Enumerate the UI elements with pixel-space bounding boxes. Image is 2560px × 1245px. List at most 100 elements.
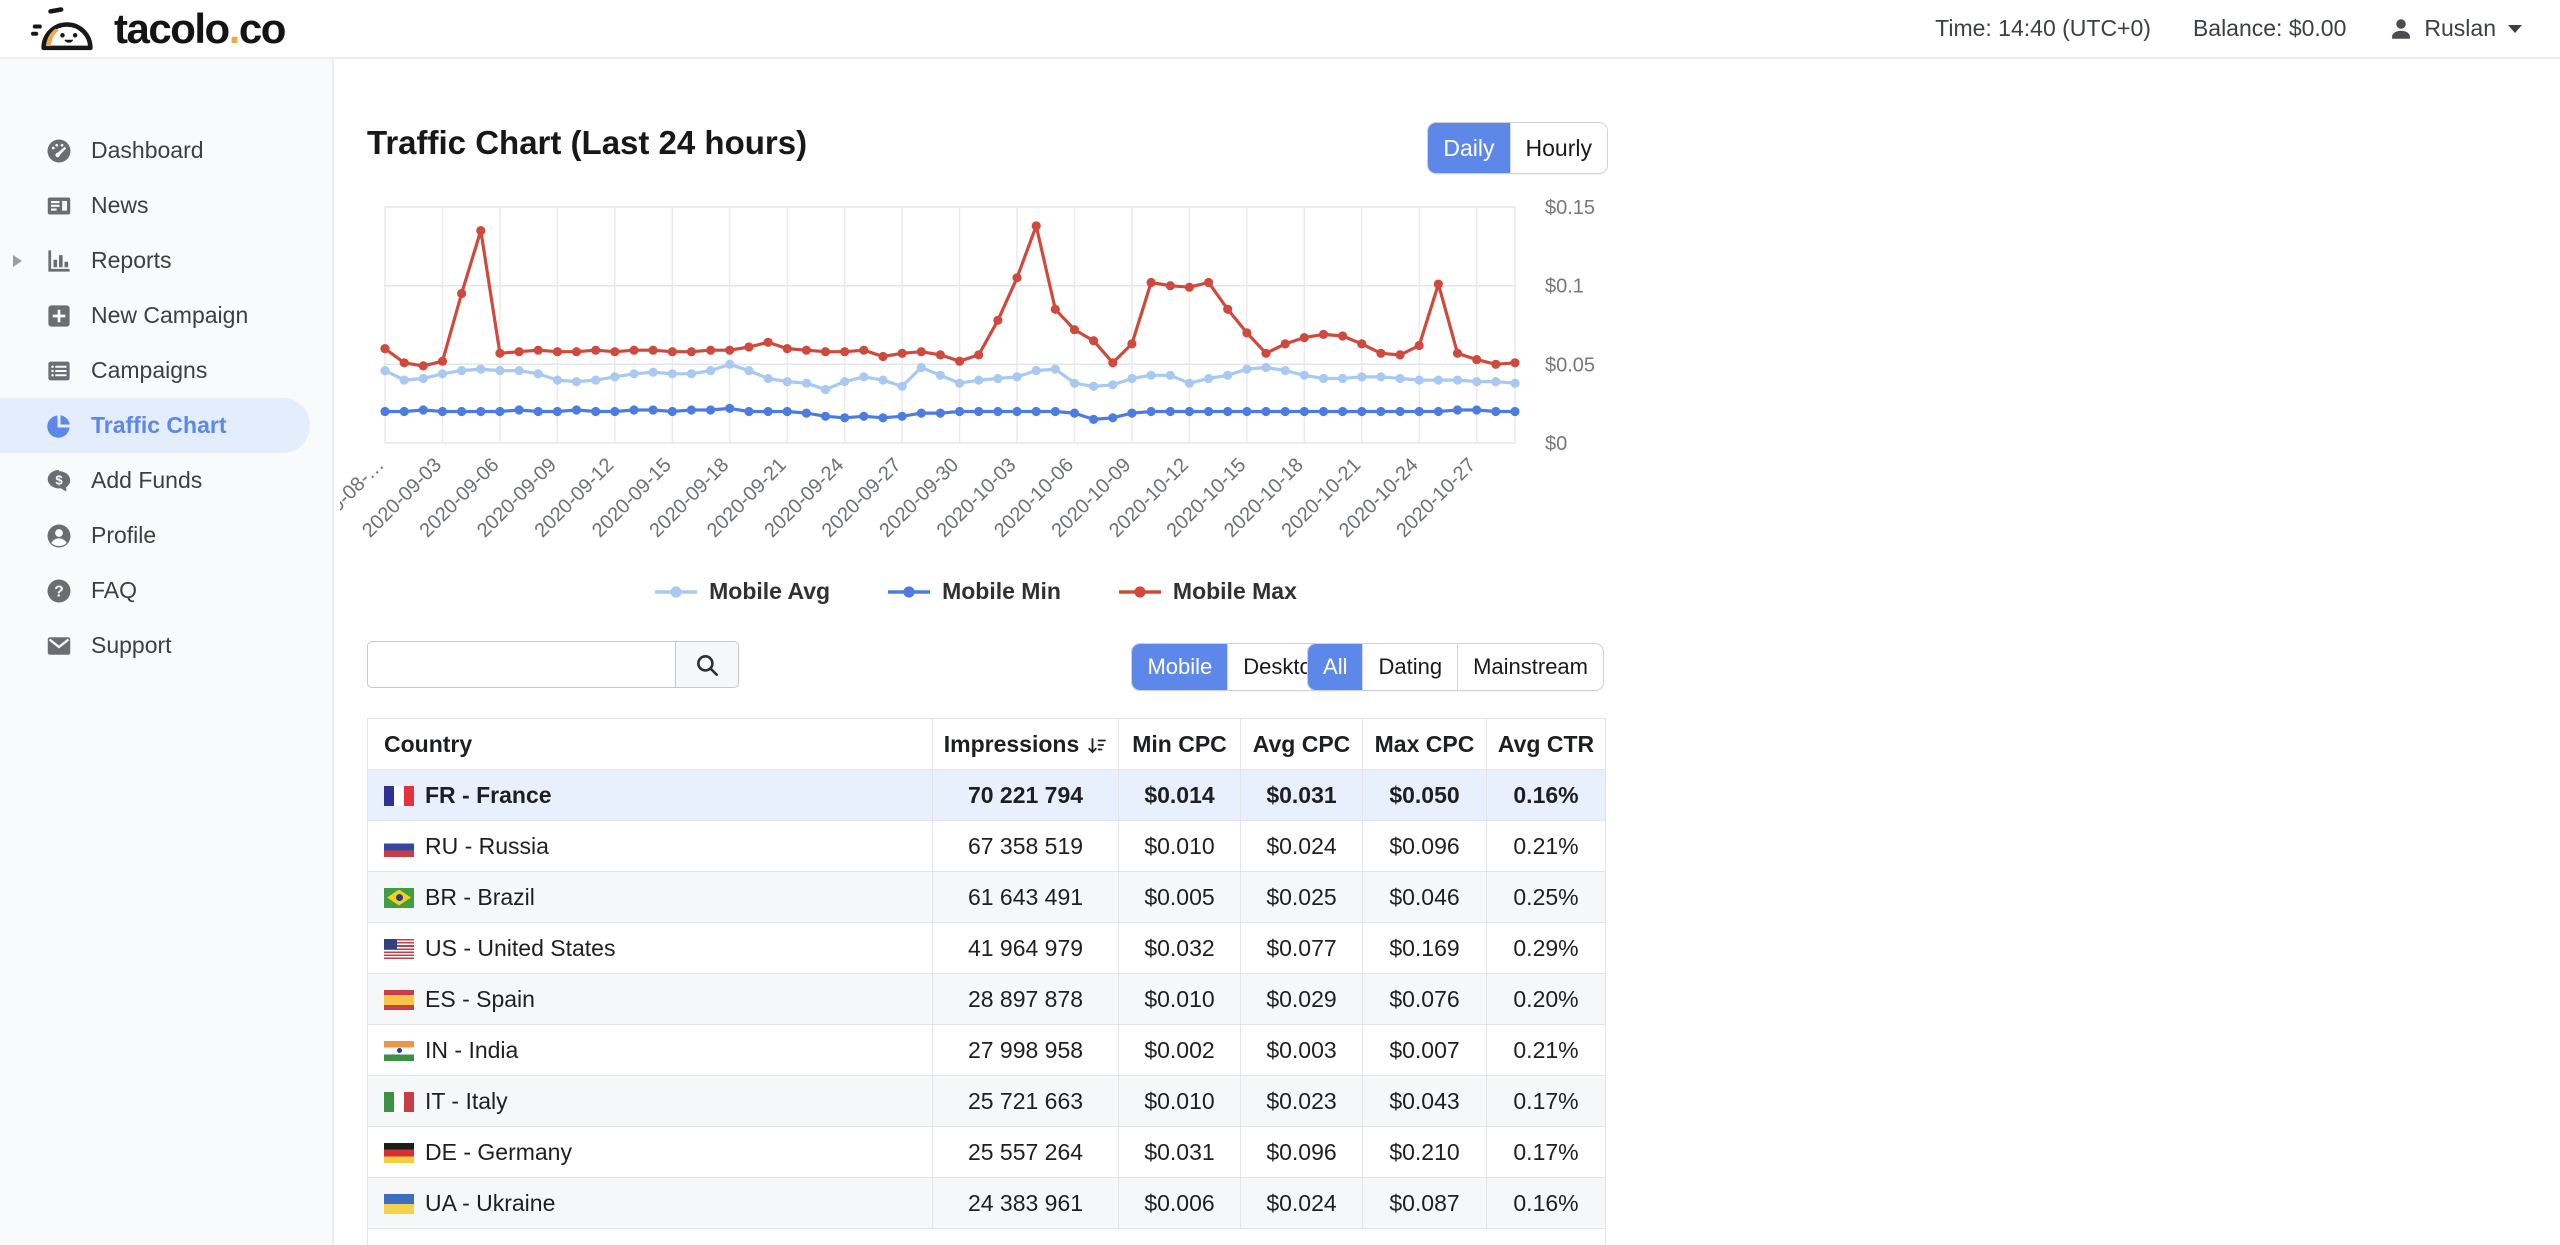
sidebar-item-campaigns[interactable]: Campaigns [0,343,310,398]
max-cpc-cell: $0.046 [1363,872,1487,923]
sidebar-item-dashboard[interactable]: Dashboard [0,123,310,178]
expand-caret-icon[interactable] [13,255,22,267]
sidebar-item-news[interactable]: News [0,178,310,233]
country-cell: BR - Brazil [368,872,933,923]
country-cell: ES - Spain [368,974,933,1025]
avg-cpc-cell: $0.096 [1241,1127,1363,1178]
legend-marker-icon [653,585,699,599]
support-icon [44,631,74,661]
table-row[interactable]: RU - Russia67 358 519$0.010$0.024$0.0960… [368,821,1606,872]
column-header-impressions[interactable]: Impressions [933,719,1119,770]
table-row[interactable]: UA - Ukraine24 383 961$0.006$0.024$0.087… [368,1178,1606,1229]
sidebar-item-label: Campaigns [91,357,207,384]
device-mobile-button[interactable]: Mobile [1132,644,1227,690]
table-row[interactable]: FR - France70 221 794$0.014$0.031$0.0500… [368,770,1606,821]
user-name: Ruslan [2424,15,2496,42]
flag-it-icon [384,1092,414,1112]
category-mainstream-button[interactable]: Mainstream [1457,644,1603,690]
max-cpc-cell: $0.076 [1363,974,1487,1025]
logo[interactable]: tacolo.co [30,2,285,56]
news-icon [44,191,74,221]
sidebar-item-profile[interactable]: Profile [0,508,310,563]
sidebar-item-label: Support [91,632,172,659]
category-all-button[interactable]: All [1308,644,1362,690]
svg-text:$: $ [55,472,63,487]
legend-label: Mobile Max [1173,578,1297,605]
add-funds-icon: $ [44,466,74,496]
column-header-avg-ctr[interactable]: Avg CTR [1487,719,1606,770]
country-cell: FR - France [368,770,933,821]
sidebar-item-traffic-chart[interactable]: Traffic Chart [0,398,310,453]
impressions-cell: 28 897 878 [933,974,1119,1025]
min-cpc-cell: $0.010 [1119,974,1241,1025]
legend-item-mobile-avg[interactable]: Mobile Avg [653,578,830,605]
sidebar-item-label: Traffic Chart [91,412,226,439]
table-row[interactable]: US - United States41 964 979$0.032$0.077… [368,923,1606,974]
max-cpc-cell: $0.043 [1363,1076,1487,1127]
sidebar-item-label: Add Funds [91,467,202,494]
sidebar-item-label: FAQ [91,577,137,604]
impressions-cell: 67 358 519 [933,821,1119,872]
new-campaign-icon [44,301,74,331]
legend-item-mobile-min[interactable]: Mobile Min [886,578,1061,605]
legend-label: Mobile Min [942,578,1061,605]
impressions-cell: 27 998 958 [933,1025,1119,1076]
avg-cpc-cell: $0.077 [1241,923,1363,974]
top-bar: tacolo.co Time: 14:40 (UTC+0) Balance: $… [0,0,2560,59]
period-hourly-button[interactable]: Hourly [1510,123,1607,173]
max-cpc-cell: $0.050 [1363,770,1487,821]
sidebar-item-faq[interactable]: ? FAQ [0,563,310,618]
impressions-cell: 25 721 663 [933,1076,1119,1127]
user-menu[interactable]: Ruslan [2388,15,2522,42]
legend-item-mobile-max[interactable]: Mobile Max [1117,578,1297,605]
country-cell: DE - Germany [368,1127,933,1178]
max-cpc-cell: $0.096 [1363,821,1487,872]
table-row[interactable]: BR - Brazil61 643 491$0.005$0.025$0.0460… [368,872,1606,923]
min-cpc-cell: $0.005 [1119,872,1241,923]
country-cell: US - United States [368,923,933,974]
chart-legend: Mobile Avg Mobile Min Mobile Max [340,578,1610,605]
table-row[interactable]: ES - Spain28 897 878$0.010$0.029$0.0760.… [368,974,1606,1025]
chevron-down-icon [2508,25,2522,33]
campaigns-icon [44,356,74,386]
table-row[interactable]: DE - Germany25 557 264$0.031$0.096$0.210… [368,1127,1606,1178]
column-header-country[interactable]: Country [368,719,933,770]
avg-ctr-cell: 0.21% [1487,1025,1606,1076]
svg-text:$0.15: $0.15 [1545,197,1595,219]
period-daily-button[interactable]: Daily [1428,123,1509,173]
impressions-cell: 61 643 491 [933,872,1119,923]
country-cell: RU - Russia [368,821,933,872]
taco-mascot-icon [30,2,104,56]
search-input[interactable] [367,641,675,688]
avg-cpc-cell: $0.025 [1241,872,1363,923]
sidebar-item-reports[interactable]: Reports [0,233,310,288]
sidebar-item-label: News [91,192,149,219]
column-header-max-cpc[interactable]: Max CPC [1363,719,1487,770]
sidebar-item-support[interactable]: Support [0,618,310,673]
flag-in-icon [384,1041,414,1061]
search-button[interactable] [675,641,739,688]
min-cpc-cell: $0.002 [1119,1025,1241,1076]
flag-ru-icon [384,837,414,857]
category-dating-button[interactable]: Dating [1362,644,1457,690]
min-cpc-cell: $0.010 [1119,821,1241,872]
svg-text:$0: $0 [1545,433,1567,455]
flag-es-icon [384,990,414,1010]
avg-cpc-cell: $0.024 [1241,1178,1363,1229]
category-toggle: AllDatingMainstream [1307,643,1604,691]
min-cpc-cell: $0.014 [1119,770,1241,821]
sidebar-item-label: New Campaign [91,302,248,329]
table-row[interactable]: IT - Italy25 721 663$0.010$0.023$0.0430.… [368,1076,1606,1127]
table-row[interactable]: IN - India27 998 958$0.002$0.003$0.0070.… [368,1025,1606,1076]
column-header-min-cpc[interactable]: Min CPC [1119,719,1241,770]
svg-text:?: ? [54,583,64,600]
user-icon [2388,16,2414,42]
svg-text:$0.05: $0.05 [1545,354,1595,376]
avg-ctr-cell: 0.29% [1487,923,1606,974]
sidebar-item-new-campaign[interactable]: New Campaign [0,288,310,343]
logo-text: tacolo.co [114,8,285,50]
avg-cpc-cell: $0.003 [1241,1025,1363,1076]
column-header-avg-cpc[interactable]: Avg CPC [1241,719,1363,770]
sidebar-item-add-funds[interactable]: $ Add Funds [0,453,310,508]
avg-ctr-cell: 0.20% [1487,974,1606,1025]
